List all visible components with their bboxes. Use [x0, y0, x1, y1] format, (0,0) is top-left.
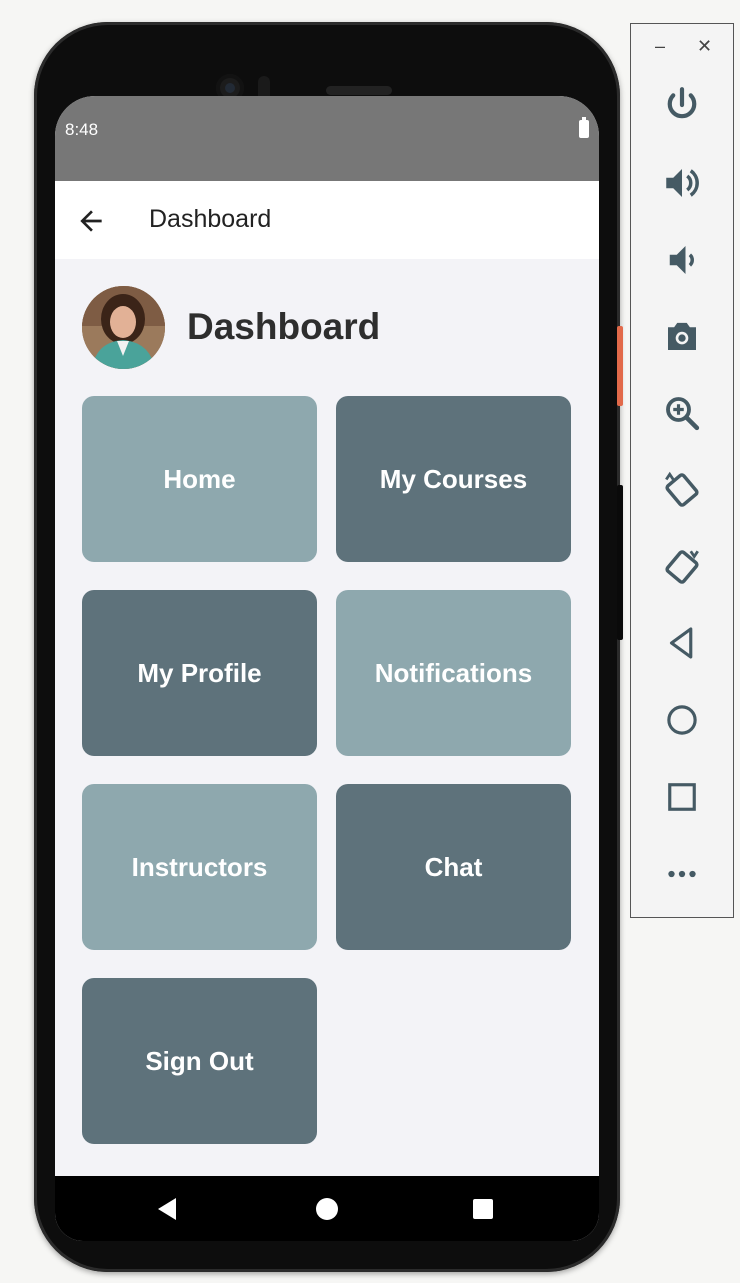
tile-chat[interactable]: Chat [336, 784, 571, 950]
tile-label: Instructors [131, 851, 268, 882]
overview-icon[interactable] [661, 776, 703, 818]
back-arrow-icon[interactable] [75, 205, 107, 237]
emulator-toolbar: – ✕ [630, 23, 734, 918]
zoom-icon[interactable] [661, 392, 703, 434]
rotate-left-icon[interactable] [661, 469, 703, 511]
back-icon[interactable] [661, 622, 703, 664]
avatar [82, 286, 165, 369]
minimize-button[interactable]: – [655, 36, 665, 57]
camera-icon[interactable] [661, 315, 703, 357]
volume-down-icon[interactable] [661, 239, 703, 281]
home-icon[interactable] [661, 699, 703, 741]
tile-my-profile[interactable]: My Profile [82, 590, 317, 756]
rotate-right-icon[interactable] [661, 546, 703, 588]
volume-side-button[interactable] [617, 485, 623, 640]
tile-label: My Courses [379, 463, 528, 494]
power-side-button[interactable] [617, 326, 623, 406]
more-icon[interactable] [661, 853, 703, 895]
tile-label: Home [163, 463, 236, 494]
page-title: Dashboard [187, 306, 381, 347]
tile-sign-out[interactable]: Sign Out [82, 978, 317, 1144]
phone-screen: 8:48 Dashboard Dashboard Home My Courses M… [55, 96, 599, 1241]
tile-home[interactable]: Home [82, 396, 317, 562]
nav-recents-icon[interactable] [473, 1199, 493, 1219]
battery-icon [579, 117, 589, 138]
nav-home-icon[interactable] [316, 1198, 338, 1220]
app-bar-title: Dashboard [149, 205, 272, 233]
status-bar: 8:48 [55, 96, 599, 181]
volume-up-icon[interactable] [661, 162, 703, 204]
power-icon[interactable] [661, 84, 703, 126]
tile-label: Notifications [374, 657, 533, 688]
tile-instructors[interactable]: Instructors [82, 784, 317, 950]
tile-label: Sign Out [145, 1045, 254, 1076]
status-time: 8:48 [65, 120, 99, 139]
nav-back-icon[interactable] [158, 1198, 176, 1220]
earpiece-speaker [326, 86, 392, 95]
app-bar: Dashboard [55, 181, 599, 259]
tile-label: My Profile [137, 657, 262, 688]
tile-label: Chat [424, 851, 483, 882]
system-nav-bar [55, 1176, 599, 1241]
close-button[interactable]: ✕ [697, 36, 712, 57]
tile-my-courses[interactable]: My Courses [336, 396, 571, 562]
tile-notifications[interactable]: Notifications [336, 590, 571, 756]
